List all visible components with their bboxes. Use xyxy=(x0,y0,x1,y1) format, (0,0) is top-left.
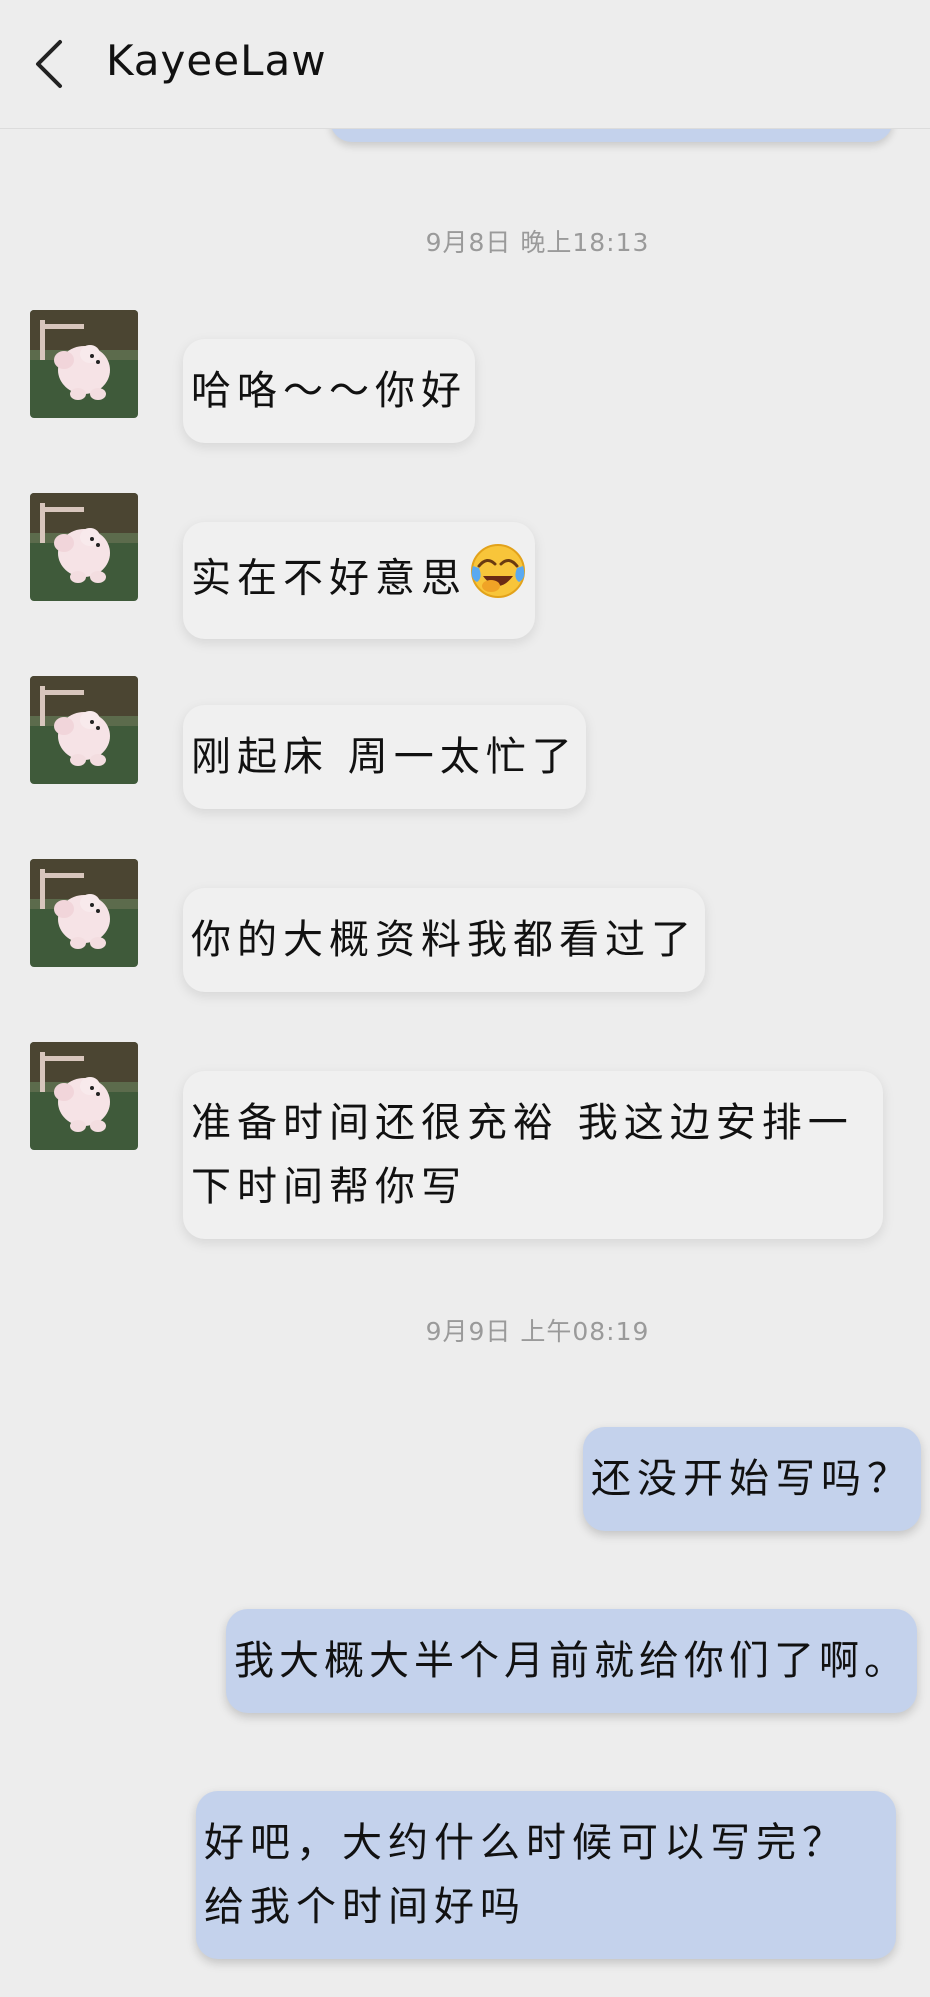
received-message-bubble[interactable]: 实在不好意思 xyxy=(183,522,535,639)
chat-header: KayeeLaw xyxy=(0,0,930,129)
avatar[interactable] xyxy=(30,676,138,784)
received-message-bubble[interactable]: 你的大概资料我都看过了 xyxy=(183,888,705,992)
avatar[interactable] xyxy=(30,1042,138,1150)
message-text: 还没开始写吗？ xyxy=(591,1456,913,1502)
message-text: 准备时间还很充裕 我这边安排一下时间帮你写 xyxy=(191,1100,854,1210)
avatar[interactable] xyxy=(30,493,138,601)
avatar[interactable] xyxy=(30,310,138,418)
received-message-bubble[interactable]: 刚起床 周一太忙了 xyxy=(183,705,586,809)
message-text: 刚起床 周一太忙了 xyxy=(191,734,578,780)
sent-message-bubble[interactable]: 还没开始写吗？ xyxy=(583,1427,921,1531)
timestamp: 9月9日 上午08:19 xyxy=(425,1317,650,1346)
message-text: 你的大概资料我都看过了 xyxy=(191,917,697,963)
received-message-bubble[interactable]: 准备时间还很充裕 我这边安排一下时间帮你写 xyxy=(183,1071,883,1239)
chevron-left-icon[interactable] xyxy=(30,38,74,90)
message-text: 我大概大半个月前就给你们了啊。 xyxy=(234,1638,909,1684)
timestamp: 9月8日 晚上18:13 xyxy=(425,228,650,257)
received-message-bubble[interactable]: 哈咯～～你好 xyxy=(183,339,475,443)
message-text: 好吧，大约什么时候可以写完？给我个时间好吗 xyxy=(204,1820,848,1930)
message-text: 哈咯～～你好 xyxy=(191,368,467,414)
sent-message-bubble[interactable]: 好吧，大约什么时候可以写完？给我个时间好吗 xyxy=(196,1791,896,1959)
sent-message-bubble[interactable]: 我大概大半个月前就给你们了啊。 xyxy=(226,1609,917,1713)
avatar[interactable] xyxy=(30,859,138,967)
face-with-tears-of-joy-icon xyxy=(469,542,527,619)
message-text: 实在不好意思 xyxy=(191,555,467,602)
contact-name-title: KayeeLaw xyxy=(106,36,327,85)
